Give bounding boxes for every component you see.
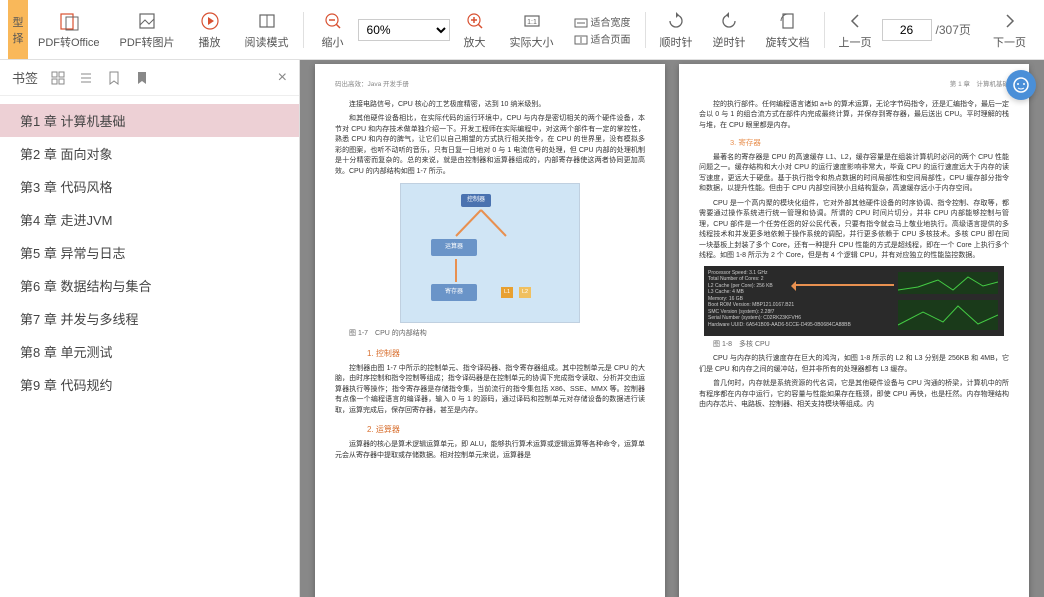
read-mode-icon	[256, 10, 278, 32]
sidebar-header: 书签 ×	[0, 60, 299, 96]
cpu-specs: Processor Speed: 3.1 GHz Total Number of…	[708, 270, 851, 329]
multicore-cpu-figure: Processor Speed: 3.1 GHz Total Number of…	[704, 266, 1004, 336]
play-label: 播放	[199, 34, 221, 50]
separator	[303, 12, 304, 48]
ai-assistant-button[interactable]	[1006, 70, 1036, 100]
type-label: 型	[8, 14, 28, 30]
bookmark-item[interactable]: 第6 章 数据结构与集合	[0, 269, 299, 302]
bookmark-item[interactable]: 第8 章 单元测试	[0, 335, 299, 368]
zoom-in-label: 放大	[464, 34, 486, 50]
zoom-out-label: 缩小	[322, 34, 344, 50]
cpu-diagram-figure: 控制器 运算器 寄存器 L1 L2	[400, 183, 580, 323]
play-icon	[199, 10, 221, 32]
bookmark-item[interactable]: 第3 章 代码风格	[0, 170, 299, 203]
pdf-office-icon	[58, 10, 80, 32]
rotate-doc-label: 旋转文档	[766, 34, 810, 50]
pdf-image-icon	[136, 10, 158, 32]
actual-size-icon: 1:1	[521, 10, 543, 32]
next-page-label: 下一页	[993, 34, 1026, 50]
left-edge-panel: 型 择	[8, 0, 28, 59]
bookmark-solid-icon[interactable]	[134, 70, 150, 86]
section-title: 1. 控制器	[351, 348, 645, 360]
bookmarks-list: 第1 章 计算机基础 第2 章 面向对象 第3 章 代码风格 第4 章 走进JV…	[0, 96, 299, 597]
separator	[645, 12, 646, 48]
body-text: 运算器的核心是算术逻辑运算单元，即 ALU，能够执行算术运算或逻辑运算等各种命令…	[335, 440, 645, 461]
body-text: 和其他硬件设备相比，在实际代码的运行环境中，CPU 与内存是密切相关的两个硬件设…	[335, 114, 645, 177]
fit-width-page-button[interactable]: 适合宽度 适合页面	[564, 10, 641, 50]
zoom-out-icon	[322, 10, 344, 32]
rotate-doc-button[interactable]: 旋转文档	[756, 6, 820, 54]
cpu-graph	[898, 300, 998, 330]
bookmark-item[interactable]: 第2 章 面向对象	[0, 137, 299, 170]
body-text: 控制器由图 1-7 中所示的控制单元、指令译码器、指令寄存器组成。其中控制单元是…	[335, 364, 645, 417]
expand-icon[interactable]	[50, 70, 66, 86]
rotate-cw-icon	[665, 10, 687, 32]
close-sidebar-icon[interactable]: ×	[278, 69, 287, 87]
fit-page-label: 适合页面	[591, 35, 631, 46]
pdf-page-left: 码出高效：Java 开发手册 连接电路信号，CPU 核心的工艺极度精密，达到 1…	[315, 64, 665, 597]
play-button[interactable]: 播放	[185, 6, 235, 54]
body-text: CPU 是一个高内聚的模块化组件，它对外部其他硬件设备的时序协调、指令控制、存取…	[699, 199, 1009, 262]
rotate-cw-label: 顺时针	[660, 34, 693, 50]
body-text: 最著名的寄存器是 CPU 的高速缓存 L1、L2，缓存容量是在组装计算机时必问的…	[699, 153, 1009, 195]
fit-width-label: 适合宽度	[591, 18, 631, 29]
zoom-in-button[interactable]: 放大	[450, 6, 500, 54]
pdf-image-label: PDF转图片	[120, 34, 175, 50]
collapse-icon[interactable]	[78, 70, 94, 86]
bookmark-item[interactable]: 第4 章 走进JVM	[0, 203, 299, 236]
bookmark-item[interactable]: 第5 章 异常与日志	[0, 236, 299, 269]
rotate-cw-button[interactable]: 顺时针	[650, 6, 703, 54]
separator	[824, 12, 825, 48]
section-title: 2. 运算器	[351, 424, 645, 436]
pdf-office-label: PDF转Office	[38, 34, 100, 50]
read-mode-button[interactable]: 阅读模式	[235, 6, 299, 54]
cpu-graph	[898, 272, 998, 294]
fit-page-icon	[574, 35, 588, 45]
page-header: 码出高效：Java 开发手册	[335, 80, 645, 90]
pdf-to-image-button[interactable]: PDF转图片	[110, 6, 185, 54]
bookmark-item[interactable]: 第7 章 并发与多线程	[0, 302, 299, 335]
sidebar-title: 书签	[12, 68, 38, 87]
prev-page-button[interactable]: 上一页	[829, 6, 882, 54]
svg-text:1:1: 1:1	[527, 19, 537, 26]
page-header: 第 1 章 计算机基础	[699, 80, 1009, 90]
actual-size-label: 实际大小	[510, 34, 554, 50]
page-number-input[interactable]	[882, 19, 932, 41]
actual-size-button[interactable]: 1:1 实际大小	[500, 6, 564, 54]
figure-caption: 图 1-8 多核 CPU	[699, 340, 1009, 351]
arrow-annotation	[794, 284, 894, 286]
zoom-in-icon	[464, 10, 486, 32]
body-text: 连接电路信号，CPU 核心的工艺极度精密，达到 10 纳米级别。	[335, 100, 645, 111]
section-title: 3. 寄存器	[715, 137, 1009, 148]
bookmarks-sidebar: 书签 × 第1 章 计算机基础 第2 章 面向对象 第3 章 代码风格 第4 章…	[0, 60, 300, 597]
next-page-button[interactable]: 下一页	[983, 6, 1036, 54]
main-toolbar: 型 择 PDF转Office PDF转图片 播放 阅读模式 缩小 60% 放大 …	[0, 0, 1044, 60]
bookmark-item[interactable]: 第9 章 代码规约	[0, 368, 299, 401]
body-text: CPU 与内存的执行速度存在巨大的鸿沟，如图 1-8 所示的 L2 和 L3 分…	[699, 354, 1009, 375]
select-label: 择	[8, 30, 28, 46]
figure-caption: 图 1-7 CPU 的内部结构	[335, 329, 645, 340]
document-viewport[interactable]: 码出高效：Java 开发手册 连接电路信号，CPU 核心的工艺极度精密，达到 1…	[300, 60, 1044, 597]
bookmark-add-icon[interactable]	[106, 70, 122, 86]
fit-width-icon	[574, 18, 588, 28]
rotate-ccw-icon	[718, 10, 740, 32]
body-text: 控的执行部件。任何编程语言诸如 a+b 的算术运算，无论字节码指令，还是汇编指令…	[699, 100, 1009, 132]
rotate-ccw-button[interactable]: 逆时针	[703, 6, 756, 54]
rotate-ccw-label: 逆时针	[713, 34, 746, 50]
read-mode-label: 阅读模式	[245, 34, 289, 50]
zoom-out-button[interactable]: 缩小	[308, 6, 358, 54]
page-total-label: /307页	[936, 21, 971, 38]
zoom-select[interactable]: 60%	[358, 19, 450, 41]
chevron-left-icon	[844, 10, 866, 32]
pdf-page-right: 第 1 章 计算机基础 控的执行部件。任何编程语言诸如 a+b 的算术运算，无论…	[679, 64, 1029, 597]
bookmark-item[interactable]: 第1 章 计算机基础	[0, 104, 299, 137]
body-text: 曾几何时，内存就是系统资源的代名词，它是其他硬件设备与 CPU 沟通的桥梁，计算…	[699, 379, 1009, 411]
pdf-to-office-button[interactable]: PDF转Office	[28, 6, 110, 54]
rotate-doc-icon	[777, 10, 799, 32]
prev-page-label: 上一页	[839, 34, 872, 50]
chevron-right-icon	[999, 10, 1021, 32]
